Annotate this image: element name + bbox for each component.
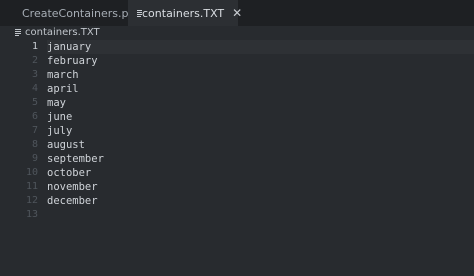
code-line[interactable]: september [47,152,104,166]
tab-createcontainers-py[interactable]: CreateContainers.py [0,0,135,26]
tab-label: CreateContainers.py [22,6,136,20]
file-header-label: containers.TXT [25,27,100,38]
line-number: 12 [25,195,38,206]
code-line[interactable]: may [47,96,66,110]
line-number: 13 [25,209,38,220]
line-number: 10 [25,167,38,178]
line-number: 5 [31,97,38,108]
line-number: 1 [31,41,38,52]
code-line[interactable]: april [47,82,79,96]
code-line[interactable]: october [47,166,91,180]
tab-bar: CreateContainers.py containers.TXT ✕ [0,0,474,27]
line-number: 8 [31,139,38,150]
file-header: containers.TXT [0,26,474,40]
code-editor[interactable]: 1 2 3 4 5 6 7 8 9 10 11 12 13 january fe… [0,40,474,276]
code-line[interactable]: july [47,124,72,138]
line-number: 11 [25,181,38,192]
code-line[interactable]: november [47,180,98,194]
code-line[interactable]: june [47,110,72,124]
line-number: 2 [31,55,38,66]
line-number: 9 [31,153,38,164]
code-line[interactable]: january [47,40,91,54]
code-line[interactable]: august [47,138,85,152]
code-line[interactable]: february [47,54,98,68]
line-number: 7 [31,125,38,136]
tab-label: containers.TXT [142,6,225,20]
line-number: 6 [31,111,38,122]
code-line[interactable]: march [47,68,79,82]
line-number: 4 [31,83,38,94]
tab-containers-txt[interactable]: containers.TXT ✕ [128,0,242,26]
document-icon [15,29,21,37]
editor-window: CreateContainers.py containers.TXT ✕ con… [0,0,474,276]
current-line-highlight [47,40,474,54]
close-icon[interactable]: ✕ [232,7,242,19]
line-number: 3 [31,69,38,80]
code-line[interactable]: december [47,194,98,208]
line-number-gutter: 1 2 3 4 5 6 7 8 9 10 11 12 13 [0,40,38,276]
